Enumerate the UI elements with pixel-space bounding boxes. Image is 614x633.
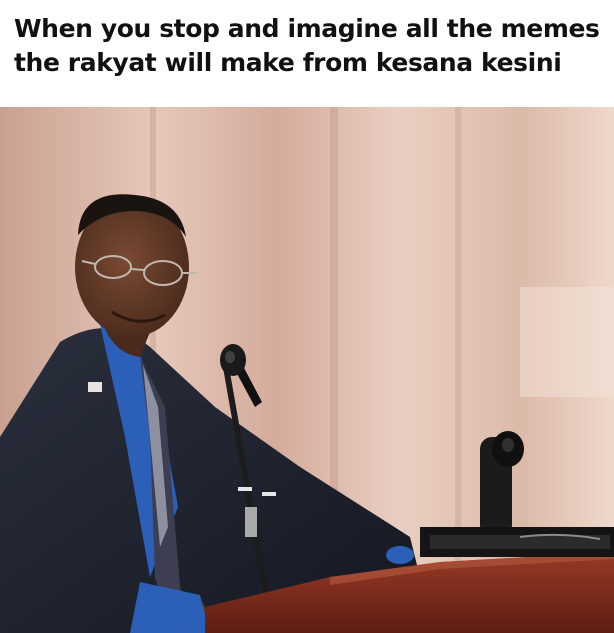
- meme-photo: [0, 107, 614, 633]
- meme-caption: When you stop and imagine all the memes …: [14, 12, 604, 80]
- caption-line-2: the rakyat will make from kesana kesini: [14, 48, 562, 77]
- caption-line-1: When you stop and imagine all the memes: [14, 14, 600, 43]
- meme: When you stop and imagine all the memes …: [0, 0, 614, 633]
- lapel-pin: [88, 382, 102, 392]
